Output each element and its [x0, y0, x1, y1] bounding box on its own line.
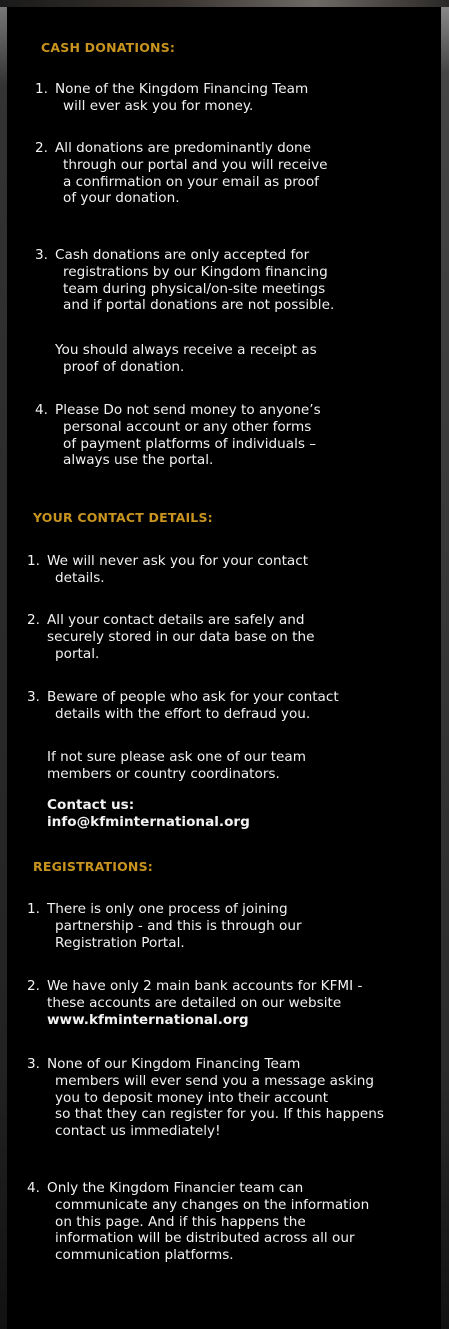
item-line: contact us immediately!	[55, 1123, 221, 1140]
contact-email-link[interactable]: info@kfminternational.org	[47, 814, 250, 831]
item-line: partnership - and this is through our	[55, 917, 302, 934]
item-line: portal.	[55, 645, 100, 662]
item-number: 2.	[27, 978, 40, 994]
item-number: 1.	[27, 901, 40, 917]
item-line: details.	[55, 569, 105, 586]
item-line: of your donation.	[63, 190, 180, 207]
item-number: 2.	[27, 612, 40, 628]
page: CASH DONATIONS: 1. None of the Kingdom F…	[0, 0, 449, 1329]
panel-border-left	[0, 7, 7, 1329]
item-line: team during physical/on-site meetings	[63, 280, 326, 297]
item-line: Please Do not send money to anyone’s	[55, 402, 321, 418]
note-paragraph: If not sure please ask one of our team m…	[47, 749, 306, 783]
note-line: If not sure please ask one of our team	[47, 749, 306, 765]
item-number: 3.	[27, 1056, 40, 1072]
item-number: 3.	[35, 247, 48, 263]
item-line: Beware of people who ask for your contac…	[47, 689, 339, 705]
item-line: always use the portal.	[63, 452, 214, 469]
item-line: Only the Kingdom Financier team can	[47, 1180, 304, 1196]
header-image-strip	[0, 0, 449, 7]
note-line: proof of donation.	[63, 358, 185, 375]
note-paragraph: You should always receive a receipt as p…	[55, 342, 317, 376]
item-line: of payment platforms of individuals –	[63, 435, 317, 452]
item-number: 1.	[27, 553, 40, 569]
section-heading-cash-donations: CASH DONATIONS:	[41, 40, 176, 55]
note-line: members or country coordinators.	[47, 765, 280, 782]
item-line: communication platforms.	[55, 1247, 234, 1264]
item-line: will ever ask you for money.	[63, 97, 254, 114]
item-line: None of our Kingdom Financing Team	[47, 1056, 301, 1072]
item-line: communicate any changes on the informati…	[55, 1196, 370, 1213]
item-line: There is only one process of joining	[47, 901, 288, 917]
note-line: You should always receive a receipt as	[55, 342, 317, 358]
item-line: these accounts are detailed on our websi…	[47, 994, 342, 1011]
item-line: None of the Kingdom Financing Team	[55, 81, 309, 97]
item-line: Registration Portal.	[55, 934, 185, 951]
item-line: details with the effort to defraud you.	[55, 705, 311, 722]
item-line: on this page. And if this happens the	[55, 1213, 306, 1230]
contact-block: Contact us: info@kfminternational.org	[47, 797, 250, 831]
item-number: 3.	[27, 689, 40, 705]
website-link[interactable]: www.kfminternational.org	[47, 1012, 362, 1029]
section-heading-contact-details: YOUR CONTACT DETAILS:	[33, 510, 213, 525]
notice-panel: CASH DONATIONS: 1. None of the Kingdom F…	[7, 7, 441, 1329]
item-line: All donations are predominantly done	[55, 140, 312, 156]
item-line: All your contact details are safely and	[47, 612, 305, 628]
panel-border-right	[441, 7, 449, 1329]
section-heading-registrations: REGISTRATIONS:	[33, 859, 153, 874]
item-number: 1.	[35, 81, 48, 97]
item-line: members will ever send you a message ask…	[55, 1072, 374, 1089]
item-line: registrations by our Kingdom financing	[63, 263, 328, 280]
item-line: through our portal and you will receive	[63, 156, 328, 173]
item-line: so that they can register for you. If th…	[55, 1106, 384, 1123]
item-line: you to deposit money into their account	[55, 1089, 329, 1106]
item-number: 4.	[27, 1180, 40, 1196]
item-line: Cash donations are only accepted for	[55, 247, 310, 263]
item-line: personal account or any other forms	[63, 418, 312, 435]
item-line: a confirmation on your email as proof	[63, 173, 319, 190]
item-number: 2.	[35, 140, 48, 156]
contact-label: Contact us:	[47, 797, 135, 813]
item-number: 4.	[35, 402, 48, 418]
item-line: and if portal donations are not possible…	[63, 297, 335, 314]
item-line: information will be distributed across a…	[55, 1230, 355, 1247]
item-line: We have only 2 main bank accounts for KF…	[47, 978, 363, 994]
item-line: securely stored in our data base on the	[47, 628, 315, 645]
item-line: We will never ask you for your contact	[47, 553, 309, 569]
